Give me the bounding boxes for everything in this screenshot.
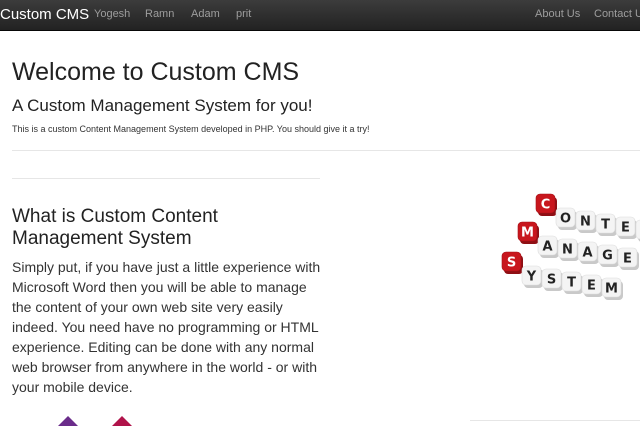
brand-link[interactable]: Custom CMS [0,6,89,23]
white-letter-cube: S [541,268,563,291]
white-letter-cube: N [635,219,640,242]
white-letter-cube: M [601,277,623,300]
red-shape [112,416,132,426]
section-divider [12,178,320,179]
white-letter-cube: N [557,238,579,261]
image-divider [470,420,640,421]
svg-text:M: M [521,226,534,241]
section-text: Simply put, if you have just a little ex… [12,259,321,395]
white-letter-cube: N [575,210,597,233]
svg-text:E: E [621,221,630,236]
nav-link-contact-us[interactable]: Contact Us [594,8,640,20]
svg-text:M: M [605,282,618,297]
white-letter-cube: Y [521,265,543,288]
red-letter-cube: M [517,221,539,244]
white-letter-cube: T [595,213,617,236]
svg-text:O: O [560,212,571,227]
intro-text: This is a custom Content Management Syst… [12,124,370,134]
svg-text:S: S [507,256,516,271]
svg-text:G: G [602,249,613,264]
nav-link-adam[interactable]: Adam [191,8,220,20]
svg-text:S: S [547,273,556,288]
svg-text:T: T [567,276,576,291]
white-letter-cube: E [617,247,639,270]
svg-text:N: N [562,243,573,258]
navbar: Custom CMS Yogesh Ramn Adam prit About U… [0,0,640,31]
svg-text:Y: Y [526,270,537,285]
cube-letters: CONTENTMANAGESYSTEM [501,193,640,300]
red-letter-cube: S [501,251,523,274]
section-title: What is Custom Content Management System [12,206,218,249]
jumbotron-divider [12,150,640,151]
page-subtitle: A Custom Management System for you! [12,96,313,115]
white-letter-cube: O [555,207,577,230]
purple-shape [58,416,78,426]
svg-text:A: A [582,246,592,261]
svg-text:A: A [542,240,552,255]
nav-link-yogesh[interactable]: Yogesh [94,8,130,20]
svg-text:C: C [541,198,551,213]
white-letter-cube: E [615,216,637,239]
cms-cubes-image: CONTENTMANAGESYSTEM [501,193,640,300]
white-letter-cube: A [577,241,599,264]
svg-text:N: N [580,215,591,230]
nav-link-ramn[interactable]: Ramn [145,8,174,20]
white-letter-cube: T [561,271,583,294]
white-letter-cube: A [537,235,559,258]
svg-text:T: T [601,218,610,233]
svg-text:E: E [587,279,596,294]
red-letter-cube: C [535,193,557,216]
white-letter-cube: E [581,274,603,297]
nav-link-prit[interactable]: prit [236,8,251,20]
svg-text:E: E [623,252,632,267]
nav-link-about-us[interactable]: About Us [535,8,580,20]
white-letter-cube: G [597,244,619,267]
page-title: Welcome to Custom CMS [12,58,300,86]
